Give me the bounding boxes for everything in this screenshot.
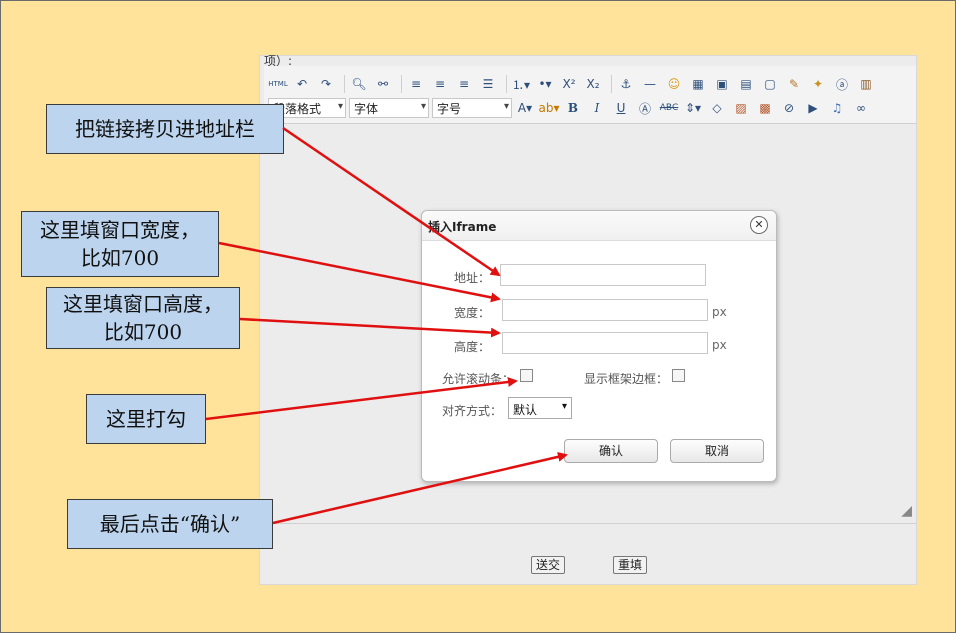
arrow-to-checkbox <box>205 377 518 421</box>
arrow-to-confirm <box>272 451 568 525</box>
arrow-to-address <box>282 126 501 277</box>
arrow-to-height <box>239 317 501 338</box>
arrow-to-width <box>218 241 501 303</box>
annotation-arrows <box>205 126 568 525</box>
